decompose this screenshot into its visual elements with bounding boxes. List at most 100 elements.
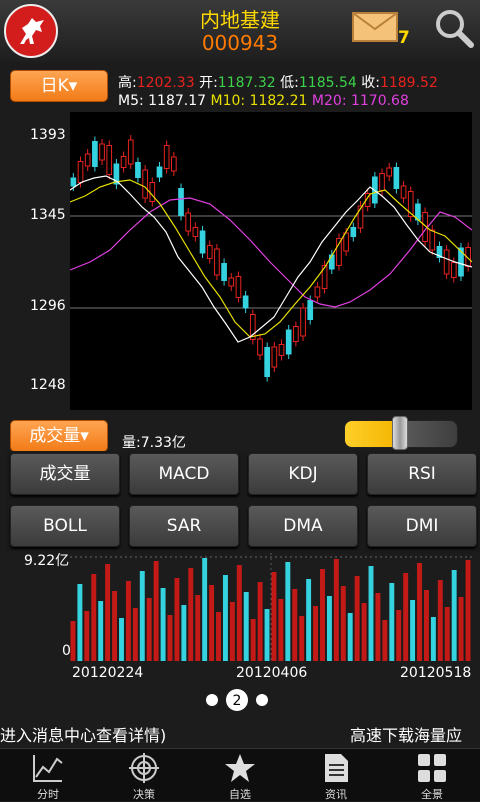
candlestick-chart[interactable] bbox=[70, 112, 472, 410]
high-label: 高: bbox=[118, 75, 137, 91]
indicator-dmi-button[interactable]: DMI bbox=[367, 505, 477, 547]
volume-bar bbox=[361, 603, 367, 661]
volume-bar bbox=[299, 616, 305, 661]
stock-code: 000943 bbox=[201, 31, 279, 55]
stock-name: 内地基建 bbox=[200, 8, 280, 32]
indicator-dropdown-button[interactable]: 成交量▾ bbox=[10, 420, 108, 452]
volume-bar bbox=[202, 558, 208, 661]
volume-bar bbox=[306, 579, 312, 661]
volume-bar bbox=[326, 596, 332, 661]
ma10-value: M10: 1182.21 bbox=[210, 93, 308, 109]
tab-decision[interactable]: 决策 bbox=[104, 748, 184, 801]
candle bbox=[285, 329, 292, 355]
candle bbox=[393, 167, 400, 189]
candle bbox=[214, 248, 220, 276]
news-ticker-right[interactable]: 高速下载海量应 bbox=[350, 722, 462, 746]
volume-bar bbox=[437, 580, 443, 661]
volume-bar bbox=[139, 571, 145, 661]
volume-bar bbox=[389, 583, 395, 661]
candle bbox=[199, 230, 206, 254]
indicator-kdj-button[interactable]: KDJ bbox=[248, 453, 358, 495]
indicator-menu: 成交量 MACD KDJ RSI BOLL SAR DMA DMI bbox=[6, 451, 480, 553]
indicator-boll-button[interactable]: BOLL bbox=[10, 505, 120, 547]
quote-line-2: M5: 1187.17 M10: 1182.21 M20: 1170.68 bbox=[118, 93, 409, 109]
candle bbox=[92, 141, 98, 167]
close-value: 1189.52 bbox=[379, 75, 438, 91]
news-ticker-left[interactable]: 进入消息中心查看详情) bbox=[0, 722, 166, 746]
volume-bar bbox=[396, 610, 402, 661]
candle bbox=[149, 182, 156, 202]
y-tick: 1393 bbox=[30, 127, 66, 143]
message-count-badge: 7 bbox=[398, 28, 410, 48]
candle bbox=[242, 295, 249, 309]
candle bbox=[171, 156, 177, 172]
candle bbox=[163, 145, 170, 169]
candle bbox=[235, 276, 242, 298]
mail-icon[interactable] bbox=[352, 12, 398, 46]
volume-bar bbox=[174, 578, 180, 661]
x-date-label: 20120224 bbox=[72, 665, 144, 681]
candle bbox=[293, 326, 299, 342]
volume-bar bbox=[430, 617, 436, 661]
page-dot[interactable] bbox=[256, 694, 268, 706]
period-dropdown-button[interactable]: 日K▾ bbox=[10, 70, 108, 102]
volume-bar bbox=[70, 621, 76, 661]
volume-bar bbox=[112, 591, 118, 661]
x-date-label: 20120518 bbox=[400, 665, 472, 681]
candle bbox=[450, 262, 457, 278]
indicator-dma-button[interactable]: DMA bbox=[248, 505, 358, 547]
candle bbox=[192, 227, 199, 237]
open-label: 开: bbox=[199, 75, 218, 91]
candle bbox=[379, 173, 385, 191]
indicator-rsi-button[interactable]: RSI bbox=[367, 453, 477, 495]
toggle-knob[interactable] bbox=[392, 416, 408, 450]
indicator-macd-button[interactable]: MACD bbox=[129, 453, 239, 495]
open-value: 1187.32 bbox=[217, 75, 276, 91]
tab-timeshare[interactable]: 分时 bbox=[8, 748, 88, 801]
logo-horse-icon[interactable] bbox=[4, 4, 58, 58]
candle bbox=[84, 153, 91, 167]
ma20-value: M20: 1170.68 bbox=[311, 93, 409, 109]
indicator-volume-button[interactable]: 成交量 bbox=[10, 453, 120, 495]
volume-bar bbox=[278, 599, 284, 661]
candle bbox=[206, 245, 213, 259]
volume-bar bbox=[382, 620, 388, 661]
volume-bar bbox=[77, 584, 83, 661]
volume-bar bbox=[222, 575, 228, 661]
candle bbox=[350, 227, 357, 237]
volume-value-label: 量:7.33亿 bbox=[122, 435, 186, 451]
candle bbox=[127, 139, 134, 165]
line-chart-icon bbox=[33, 755, 63, 782]
volume-bar bbox=[285, 562, 291, 661]
tab-news[interactable]: 资讯 bbox=[296, 748, 376, 801]
candle bbox=[99, 143, 105, 161]
page-dot[interactable] bbox=[206, 694, 218, 706]
volume-bar bbox=[105, 564, 111, 661]
grid-icon bbox=[418, 754, 446, 782]
volume-bar bbox=[160, 588, 166, 661]
indicator-sar-button[interactable]: SAR bbox=[129, 505, 239, 547]
candle bbox=[156, 166, 163, 178]
volume-bar bbox=[153, 561, 159, 661]
volume-bar-chart[interactable] bbox=[70, 553, 472, 661]
candle bbox=[328, 254, 335, 270]
candle bbox=[264, 347, 270, 377]
volume-bar bbox=[236, 565, 242, 661]
search-icon[interactable] bbox=[434, 8, 474, 52]
candle bbox=[336, 238, 342, 266]
volume-bar bbox=[444, 607, 450, 661]
low-label: 低: bbox=[280, 75, 299, 91]
tab-panorama[interactable]: 全景 bbox=[392, 748, 472, 801]
volume-bar bbox=[132, 608, 138, 661]
low-value: 1185.54 bbox=[298, 75, 357, 91]
volume-bar bbox=[417, 563, 422, 661]
volume-bar bbox=[84, 611, 90, 661]
volume-bar bbox=[146, 598, 152, 661]
page-indicator[interactable]: 2 bbox=[200, 688, 280, 712]
y-tick: 1296 bbox=[30, 298, 66, 314]
candle bbox=[257, 338, 263, 356]
volume-bar bbox=[271, 572, 277, 661]
tab-watchlist[interactable]: 自选 bbox=[200, 748, 280, 801]
candle bbox=[386, 167, 393, 177]
target-icon bbox=[129, 753, 159, 783]
